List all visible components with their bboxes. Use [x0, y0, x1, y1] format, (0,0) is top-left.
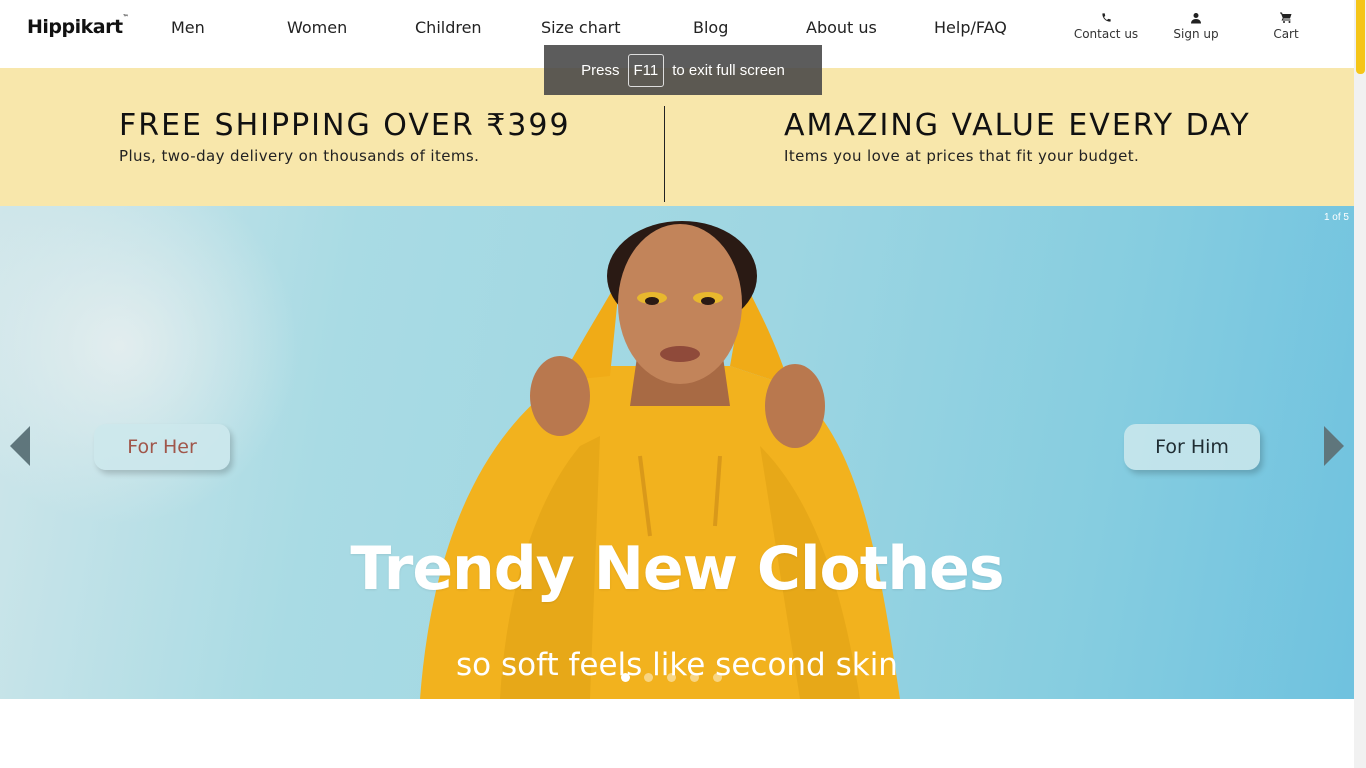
slide-counter: 1 of 5 [1323, 212, 1349, 223]
nav-link-women[interactable]: Women [287, 18, 347, 37]
promo-divider [664, 106, 665, 202]
hero-title: Trendy New Clothes [350, 534, 1004, 604]
fullscreen-exit-notice: Press F11 to exit full screen [544, 45, 822, 95]
nav-link-size-chart[interactable]: Size chart [541, 18, 621, 37]
for-him-button[interactable]: For Him [1124, 424, 1260, 470]
prev-slide-arrow[interactable] [10, 426, 30, 466]
user-icon [1156, 12, 1236, 26]
promo-amazing-value-subtitle: Items you love at prices that fit your b… [784, 147, 1140, 165]
contact-us-label: Contact us [1073, 27, 1139, 41]
sign-up-label: Sign up [1173, 27, 1219, 41]
contact-us-button[interactable]: Contact us [1066, 12, 1146, 41]
nav-link-blog[interactable]: Blog [693, 18, 728, 37]
carousel-dot[interactable] [713, 673, 722, 682]
carousel-dots [621, 673, 722, 682]
nav-link-men[interactable]: Men [171, 18, 205, 37]
scrollbar-track[interactable] [1354, 0, 1366, 768]
promo-free-shipping: FREE SHIPPING OVER ₹399 Plus, two-day de… [119, 108, 571, 165]
fullscreen-suffix-text: to exit full screen [672, 61, 785, 79]
promo-amazing-value-title: AMAZING VALUE EVERY DAY [784, 108, 1251, 143]
nav-link-about-us[interactable]: About us [806, 18, 877, 37]
carousel-dot[interactable] [644, 673, 653, 682]
scrollbar-thumb[interactable] [1356, 0, 1365, 74]
next-slide-arrow[interactable] [1324, 426, 1344, 466]
nav-link-children[interactable]: Children [415, 18, 482, 37]
hero-carousel: 1 of 5 For Her For Him Trendy New Clothe… [0, 206, 1354, 699]
nav-link-help-faq[interactable]: Help/FAQ [934, 18, 1007, 37]
promo-free-shipping-subtitle: Plus, two-day delivery on thousands of i… [119, 147, 480, 165]
for-her-button[interactable]: For Her [94, 424, 230, 470]
carousel-dot[interactable] [667, 673, 676, 682]
cart-button[interactable]: Cart [1246, 12, 1326, 41]
cart-icon [1246, 12, 1326, 26]
sign-up-button[interactable]: Sign up [1156, 12, 1236, 41]
phone-icon [1066, 12, 1146, 26]
carousel-dot[interactable] [690, 673, 699, 682]
trademark-mark: ™ [122, 14, 129, 21]
carousel-dot[interactable] [621, 673, 630, 682]
logo[interactable]: Hippikart™ [27, 14, 129, 38]
logo-text: Hippikart [27, 16, 123, 38]
promo-amazing-value: AMAZING VALUE EVERY DAY Items you love a… [784, 108, 1251, 165]
cart-label: Cart [1273, 27, 1299, 41]
fullscreen-press-text: Press [581, 61, 620, 79]
f11-key: F11 [627, 53, 665, 87]
promo-free-shipping-title: FREE SHIPPING OVER ₹399 [119, 108, 571, 143]
